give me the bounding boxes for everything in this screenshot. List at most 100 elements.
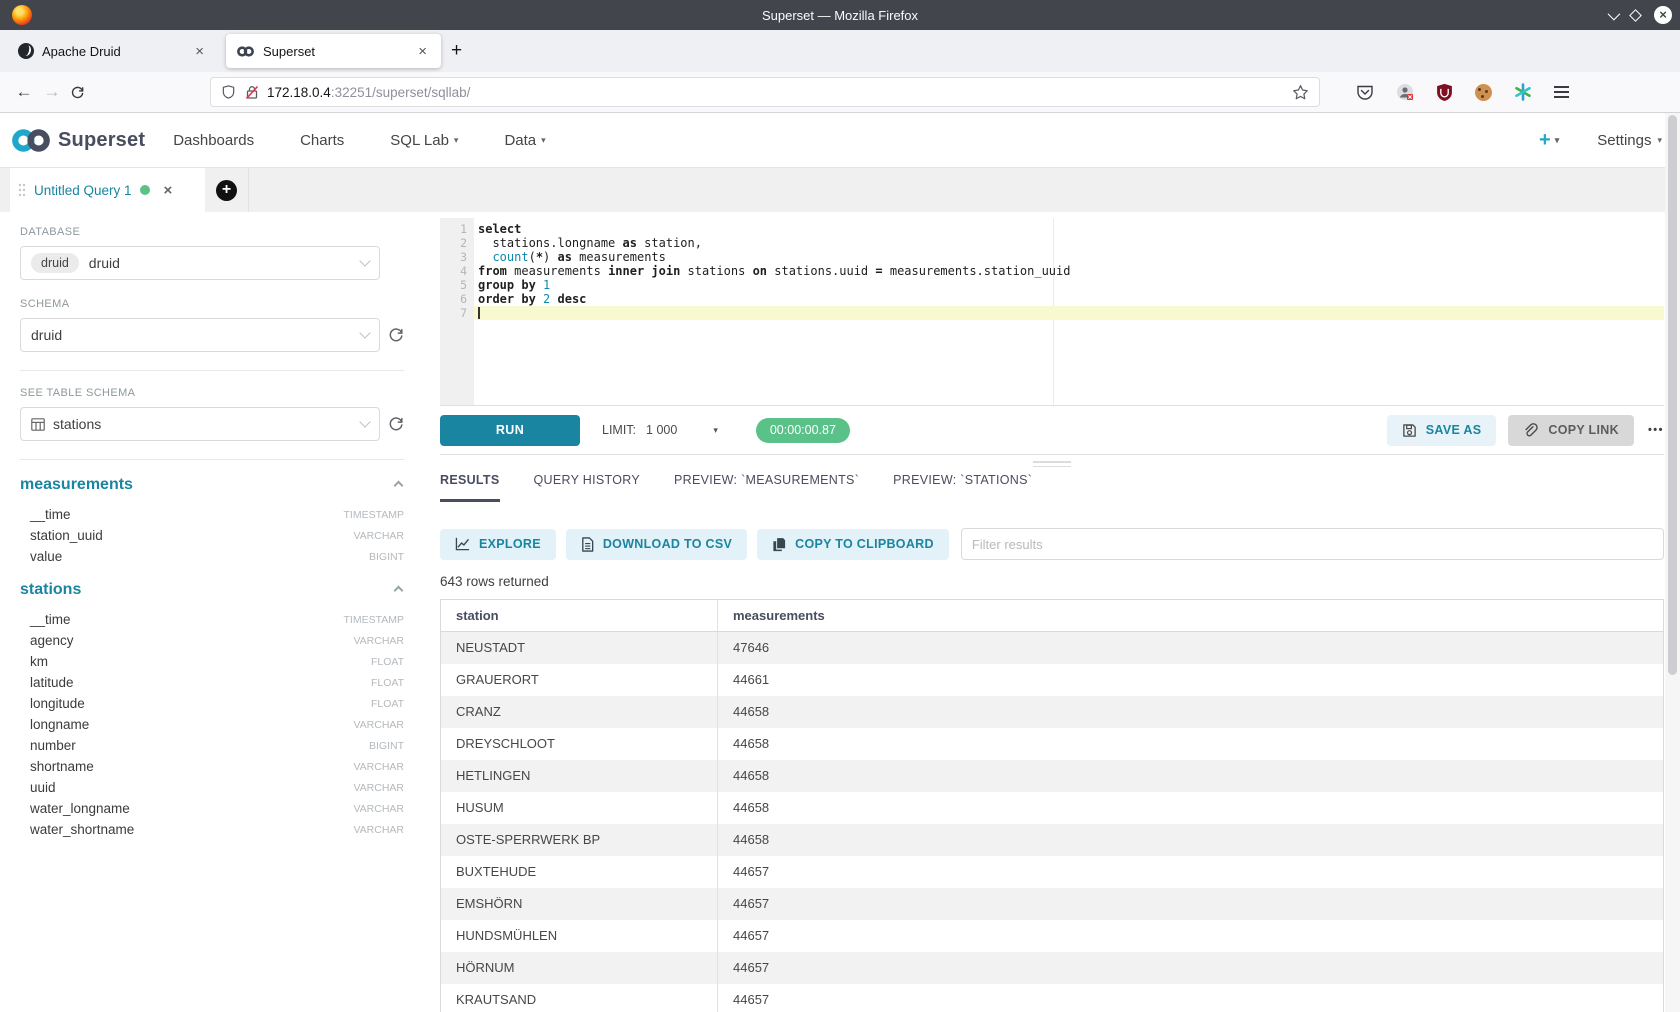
copy-clipboard-button[interactable]: COPY TO CLIPBOARD: [757, 529, 949, 560]
table-row: EMSHÖRN44657: [441, 888, 1663, 920]
tab-close-icon[interactable]: ×: [191, 43, 208, 60]
filter-results-input[interactable]: [961, 528, 1664, 560]
tracking-shield-icon[interactable]: [221, 84, 236, 100]
drag-handle-icon[interactable]: [18, 183, 26, 197]
resize-grip[interactable]: [1033, 461, 1071, 470]
run-button[interactable]: RUN: [440, 415, 580, 446]
divider: [20, 459, 404, 460]
gutter-line-number: 7: [440, 306, 474, 320]
column-row: longitudeFLOAT: [20, 693, 404, 714]
column-type: BIGINT: [369, 740, 404, 752]
save-as-label: SAVE AS: [1426, 423, 1482, 437]
forward-button[interactable]: →: [38, 82, 66, 102]
cell-station: HUNDSMÜHLEN: [441, 920, 717, 952]
download-csv-button[interactable]: DOWNLOAD TO CSV: [566, 529, 747, 560]
pocket-icon[interactable]: [1356, 84, 1374, 101]
cell-measurements: 44658: [717, 696, 1663, 728]
code-line: count(*) as measurements: [474, 250, 1664, 264]
tab-results[interactable]: RESULTS: [440, 473, 500, 502]
browser-tab-title: Superset: [263, 44, 414, 59]
collapse-chevron-icon[interactable]: [394, 585, 404, 595]
editor-gutter: 1234567: [440, 218, 474, 405]
column-name: km: [30, 654, 48, 669]
caret-down-icon: ▾: [713, 425, 718, 436]
query-tab-close-icon[interactable]: ×: [164, 182, 173, 199]
refresh-tables-icon[interactable]: [388, 416, 404, 432]
table-name-row[interactable]: measurements: [20, 476, 404, 494]
navbar-item-charts[interactable]: Charts: [300, 132, 344, 149]
add-query-tab-button[interactable]: +: [216, 180, 237, 201]
table-row: KRAUTSAND44657: [441, 984, 1663, 1012]
window-close-icon[interactable]: ×: [1654, 6, 1672, 24]
editor-code-area[interactable]: select stations.longname as station, cou…: [474, 218, 1664, 405]
column-name: __time: [30, 612, 71, 627]
cell-measurements: 44661: [717, 664, 1663, 696]
column-type: VARCHAR: [353, 530, 404, 542]
tab-preview-stations[interactable]: PREVIEW: `STATIONS`: [893, 473, 1032, 502]
brand-name: Superset: [58, 129, 145, 152]
superset-brand[interactable]: Superset: [10, 127, 145, 154]
settings-menu[interactable]: Settings ▾: [1597, 132, 1662, 149]
menu-hamburger-icon[interactable]: [1554, 83, 1569, 100]
navbar-item-sql-lab[interactable]: SQL Lab▾: [390, 132, 458, 149]
column-header-station[interactable]: station: [441, 600, 717, 631]
cell-measurements: 44657: [717, 920, 1663, 952]
column-row: numberBIGINT: [20, 735, 404, 756]
scrollbar-thumb[interactable]: [1668, 115, 1677, 675]
collapse-chevron-icon[interactable]: [394, 480, 404, 490]
table-row: HUNDSMÜHLEN44657: [441, 920, 1663, 952]
explore-button[interactable]: EXPLORE: [440, 529, 556, 560]
table-schema-select[interactable]: stations: [20, 407, 380, 441]
cookie-icon[interactable]: [1475, 84, 1492, 101]
browser-toolbar: ← → 172.18.0.4:32251/superset/sqllab/: [0, 72, 1680, 113]
url-bar[interactable]: 172.18.0.4:32251/superset/sqllab/: [210, 77, 1320, 107]
code-line: select: [474, 222, 1664, 236]
refresh-schema-icon[interactable]: [388, 327, 404, 343]
column-name: station_uuid: [30, 528, 103, 543]
gutter-line-number: 3: [440, 250, 474, 264]
caret-down-icon: ▾: [454, 135, 459, 146]
cell-measurements: 44657: [717, 856, 1663, 888]
table-row: HETLINGEN44658: [441, 760, 1663, 792]
table-row: HÖRNUM44657: [441, 952, 1663, 984]
profile-blocked-icon[interactable]: [1396, 83, 1414, 101]
reload-button[interactable]: [70, 85, 98, 100]
query-timer-badge: 00:00:00.87: [756, 418, 850, 443]
column-row: shortnameVARCHAR: [20, 756, 404, 777]
code-line: stations.longname as station,: [474, 236, 1664, 250]
column-type: VARCHAR: [353, 824, 404, 836]
bookmark-star-icon[interactable]: [1292, 84, 1309, 101]
limit-control[interactable]: LIMIT: 1 000 ▾: [602, 423, 718, 437]
tab-query-history[interactable]: QUERY HISTORY: [534, 473, 640, 502]
copy-link-button[interactable]: COPY LINK: [1508, 415, 1634, 446]
browser-tab-title: Apache Druid: [42, 44, 191, 59]
editor-lines: select stations.longname as station, cou…: [474, 222, 1664, 320]
sql-editor[interactable]: 1234567 select stations.longname as stat…: [440, 218, 1664, 406]
new-tab-button[interactable]: +: [451, 40, 462, 62]
table-name-row[interactable]: stations: [20, 581, 404, 599]
add-new-button[interactable]: + ▾: [1539, 129, 1559, 152]
window-restore-icon[interactable]: [1629, 9, 1642, 22]
back-button[interactable]: ←: [10, 82, 38, 102]
ublock-icon[interactable]: [1436, 83, 1453, 101]
navbar-item-dashboards[interactable]: Dashboards: [173, 132, 254, 149]
more-options-button[interactable]: •••: [1648, 424, 1664, 436]
query-tab-untitled-query-1[interactable]: Untitled Query 1 ×: [10, 168, 205, 212]
tab-preview-measurements[interactable]: PREVIEW: `MEASUREMENTS`: [674, 473, 859, 502]
database-select[interactable]: druid druid: [20, 246, 380, 280]
save-as-button[interactable]: SAVE AS: [1387, 415, 1497, 446]
browser-tab-apache-druid[interactable]: Apache Druid ×: [8, 34, 218, 68]
browser-tab-superset[interactable]: Superset ×: [226, 34, 441, 68]
column-header-measurements[interactable]: measurements: [717, 600, 1663, 631]
window-minimize-icon[interactable]: [1608, 7, 1621, 20]
navbar-item-data[interactable]: Data▾: [504, 132, 545, 149]
copy-clipboard-label: COPY TO CLIPBOARD: [795, 537, 934, 551]
table-row: OSTE-SPERRWERK BP44658: [441, 824, 1663, 856]
schema-select[interactable]: druid: [20, 318, 380, 352]
cell-measurements: 44658: [717, 760, 1663, 792]
extension-asterisk-icon[interactable]: [1514, 83, 1532, 101]
column-name: longitude: [30, 696, 85, 711]
insecure-lock-icon[interactable]: [245, 85, 259, 100]
tab-close-icon[interactable]: ×: [414, 43, 431, 60]
browser-scrollbar[interactable]: [1665, 113, 1680, 1012]
